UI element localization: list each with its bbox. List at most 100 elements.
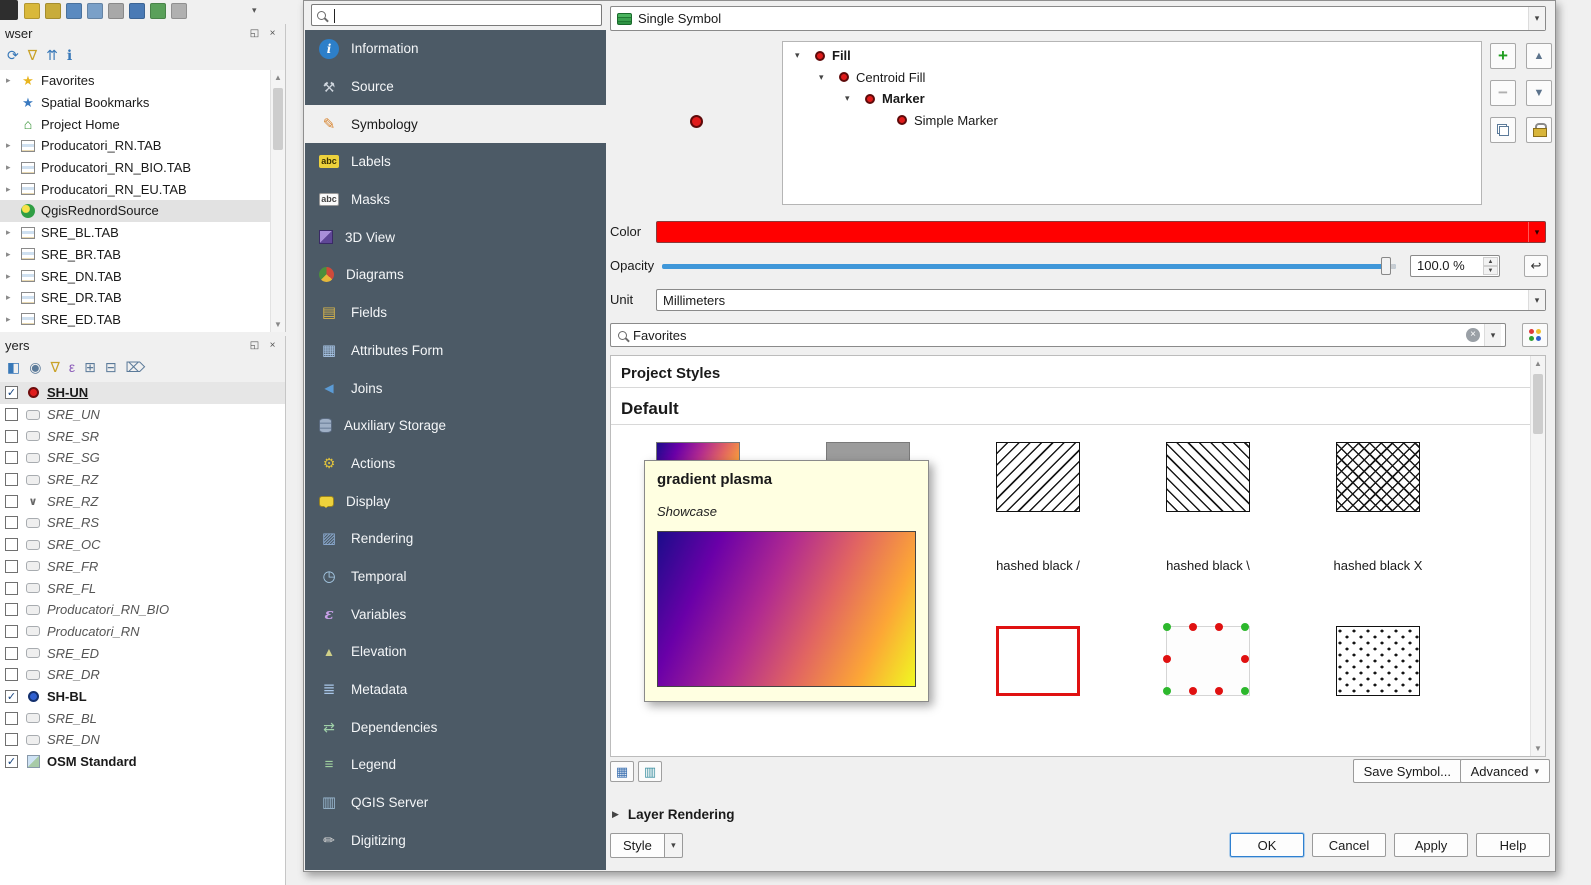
layer-item[interactable]: SH-UN <box>0 382 285 404</box>
move-up-button[interactable] <box>1526 43 1552 69</box>
style-hashed-black-backslash[interactable] <box>1166 442 1250 512</box>
scrollbar-thumb[interactable] <box>273 88 283 150</box>
move-down-button[interactable] <box>1526 80 1552 106</box>
style-panel-scrollbar[interactable]: ▲ ▼ <box>1530 356 1545 756</box>
duplicate-symbol-layer-button[interactable] <box>1490 117 1516 143</box>
style-item[interactable] <box>1123 626 1293 742</box>
apply-button[interactable]: Apply <box>1394 833 1468 857</box>
layer-item[interactable]: SRE_DN <box>0 729 285 751</box>
layer-item[interactable]: OSM Standard <box>0 751 285 773</box>
browser-item[interactable]: Project Home <box>0 113 285 135</box>
layer-checkbox[interactable] <box>5 408 18 421</box>
icon-view-button[interactable]: ▦ <box>610 761 634 782</box>
layer-item[interactable]: SRE_RZ <box>0 490 285 512</box>
symbol-tree-row[interactable]: ▾ Marker <box>783 88 1481 110</box>
expand-arrow-icon[interactable]: ▸ <box>6 184 19 195</box>
map-tips-icon[interactable] <box>87 3 103 19</box>
layer-checkbox[interactable] <box>5 625 18 638</box>
style-hashed-black-slash[interactable] <box>996 442 1080 512</box>
opacity-spinbox[interactable]: 100.0 % ▲▼ <box>1410 255 1500 277</box>
browser-item[interactable]: QgisRednordSource <box>0 200 285 222</box>
collapse-all-icon[interactable]: ⊟ <box>105 360 117 374</box>
expand-arrow-icon[interactable]: ▾ <box>845 93 865 104</box>
measure-icon[interactable] <box>150 3 166 19</box>
style-filter-box[interactable]: Favorites × <box>610 323 1506 347</box>
browser-item[interactable]: ▸ Producatori_RN.TAB <box>0 135 285 157</box>
expand-arrow-icon[interactable]: ▸ <box>6 162 19 173</box>
layer-checkbox[interactable] <box>5 733 18 746</box>
scroll-down-icon[interactable]: ▼ <box>271 317 285 332</box>
browser-item[interactable]: Spatial Bookmarks <box>0 92 285 114</box>
layer-item[interactable]: SRE_RZ <box>0 469 285 491</box>
layer-checkbox[interactable] <box>5 690 18 703</box>
browser-item[interactable]: ▸ SRE_BL.TAB <box>0 222 285 244</box>
sidebar-item-masks[interactable]: abc Masks <box>305 181 606 219</box>
chevron-down-icon[interactable]: ▾ <box>665 833 683 858</box>
browser-item[interactable]: ▸ Producatori_RN_EU.TAB <box>0 178 285 200</box>
sidebar-item-rendering[interactable]: ▨ Rendering <box>305 520 606 558</box>
data-defined-override-button[interactable]: ↩ <box>1524 255 1548 277</box>
sidebar-item-symbology[interactable]: ✎ Symbology <box>305 105 606 143</box>
sidebar-item-information[interactable]: i Information <box>305 30 606 68</box>
scroll-down-icon[interactable]: ▼ <box>1531 741 1545 756</box>
sidebar-item-display[interactable]: Display <box>305 482 606 520</box>
symbol-tree-row[interactable]: ▾ Centroid Fill <box>783 67 1481 89</box>
remove-symbol-layer-button[interactable] <box>1490 80 1516 106</box>
layer-item[interactable]: SH-BL <box>0 686 285 708</box>
diagram-options-icon[interactable] <box>66 3 82 19</box>
sidebar-item-source[interactable]: ⚒ Source <box>305 68 606 106</box>
properties-widget-icon[interactable]: ℹ <box>67 48 72 62</box>
clear-filter-icon[interactable]: × <box>1466 328 1480 342</box>
layer-checkbox[interactable] <box>5 668 18 681</box>
layer-item[interactable]: SRE_OC <box>0 534 285 556</box>
lock-colors-button[interactable] <box>1526 117 1552 143</box>
slider-thumb[interactable] <box>1381 257 1391 275</box>
sidebar-item-legend[interactable]: ≡ Legend <box>305 746 606 784</box>
layer-checkbox[interactable] <box>5 495 18 508</box>
style-hashed-black-x[interactable] <box>1336 442 1420 512</box>
expand-arrow-icon[interactable]: ▸ <box>6 75 19 86</box>
expand-arrow-icon[interactable]: ▸ <box>6 140 19 151</box>
symbol-tree-row[interactable]: Simple Marker <box>783 110 1481 132</box>
float-panel-icon[interactable]: ◱ <box>247 338 262 352</box>
manage-map-themes-icon[interactable]: ◉ <box>29 360 41 374</box>
collapsed-arrow-icon[interactable]: ▶ <box>612 809 619 820</box>
expand-arrow-icon[interactable]: ▸ <box>6 249 19 260</box>
layer-checkbox[interactable] <box>5 755 18 768</box>
cancel-button[interactable]: Cancel <box>1312 833 1386 857</box>
chevron-down-icon[interactable] <box>1528 7 1545 30</box>
sidebar-item-diagrams[interactable]: Diagrams <box>305 256 606 294</box>
layer-checkbox[interactable] <box>5 560 18 573</box>
layer-checkbox[interactable] <box>5 538 18 551</box>
browser-item[interactable]: ▸ SRE_ED.TAB <box>0 309 285 331</box>
style-menu-button[interactable]: Style ▾ <box>610 833 683 858</box>
opacity-slider[interactable] <box>662 255 1396 277</box>
layer-item[interactable]: SRE_FL <box>0 577 285 599</box>
scroll-up-icon[interactable]: ▲ <box>271 70 285 85</box>
sidebar-item-auxiliary-storage[interactable]: Auxiliary Storage <box>305 407 606 445</box>
sidebar-item-labels[interactable]: abc Labels <box>305 143 606 181</box>
expand-all-icon[interactable]: ⊞ <box>84 360 96 374</box>
scroll-up-icon[interactable]: ▲ <box>1531 356 1545 371</box>
open-layer-styling-icon[interactable]: ◧ <box>7 360 20 374</box>
expand-arrow-icon[interactable]: ▾ <box>819 72 839 83</box>
style-menu-label[interactable]: Style <box>610 833 665 858</box>
color-button[interactable] <box>656 221 1546 243</box>
sidebar-item-elevation[interactable]: ▲ Elevation <box>305 633 606 671</box>
browser-item[interactable]: ▸ SRE_BR.TAB <box>0 244 285 266</box>
layer-checkbox[interactable] <box>5 516 18 529</box>
close-panel-icon[interactable]: × <box>265 338 280 352</box>
layer-item[interactable]: SRE_SR <box>0 425 285 447</box>
layer-item[interactable]: Producatori_RN <box>0 621 285 643</box>
style-item[interactable]: hashed black \ <box>1123 442 1293 573</box>
expand-arrow-icon[interactable]: ▾ <box>795 50 815 61</box>
layer-checkbox[interactable] <box>5 603 18 616</box>
layer-checkbox[interactable] <box>5 451 18 464</box>
sidebar-item-qgis-server[interactable]: ▥ QGIS Server <box>305 784 606 822</box>
filter-legend-icon[interactable]: ∇ <box>50 360 59 374</box>
chevron-down-icon[interactable] <box>1528 222 1545 242</box>
expand-arrow-icon[interactable]: ▸ <box>6 292 19 303</box>
renderer-select[interactable]: Single Symbol <box>610 6 1546 31</box>
save-symbol-button[interactable]: Save Symbol... <box>1353 759 1462 783</box>
layer-checkbox[interactable] <box>5 386 18 399</box>
